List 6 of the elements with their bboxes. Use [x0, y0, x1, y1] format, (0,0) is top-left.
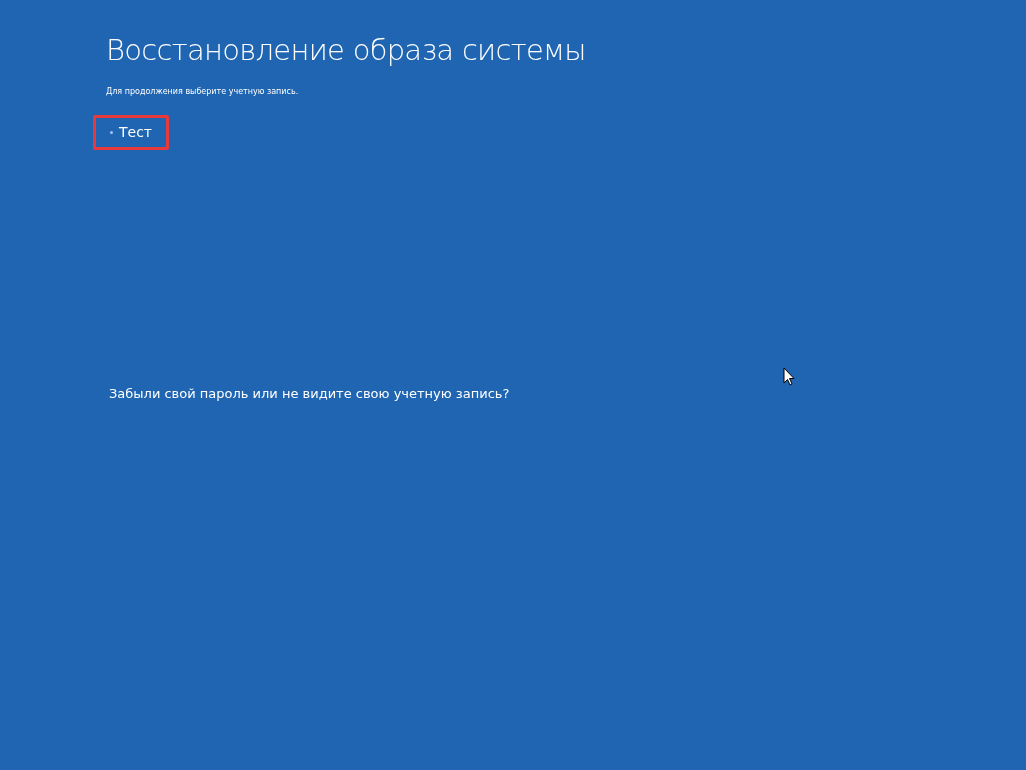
page-title: Восстановление образа системы: [106, 32, 587, 69]
instruction-text: Для продолжения выберите учетную запись.: [106, 86, 300, 98]
account-item[interactable]: Тест: [93, 115, 169, 150]
bullet-icon: [110, 131, 113, 134]
mouse-cursor-icon: [783, 367, 795, 386]
forgot-password-link[interactable]: Забыли свой пароль или не видите свою учетную запись?: [109, 384, 1026, 404]
